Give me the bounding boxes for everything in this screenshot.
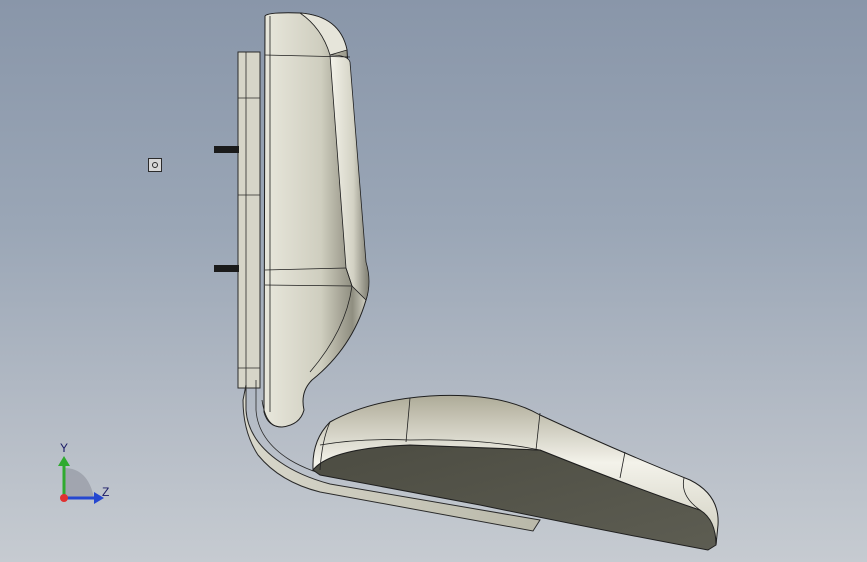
triad-axes: [58, 456, 104, 504]
mounting-bolt-upper[interactable]: [214, 146, 239, 153]
backrest[interactable]: [261, 12, 370, 428]
z-axis-label: Z: [102, 485, 110, 499]
reference-triad[interactable]: Y Z: [44, 438, 124, 508]
seat-chair-model[interactable]: [0, 0, 867, 562]
y-axis-label: Y: [60, 441, 69, 455]
mounting-bolt-lower[interactable]: [214, 265, 239, 272]
origin-icon[interactable]: [148, 158, 162, 172]
graphics-viewport[interactable]: Y Z: [0, 0, 867, 562]
mounting-plate[interactable]: [237, 51, 261, 389]
